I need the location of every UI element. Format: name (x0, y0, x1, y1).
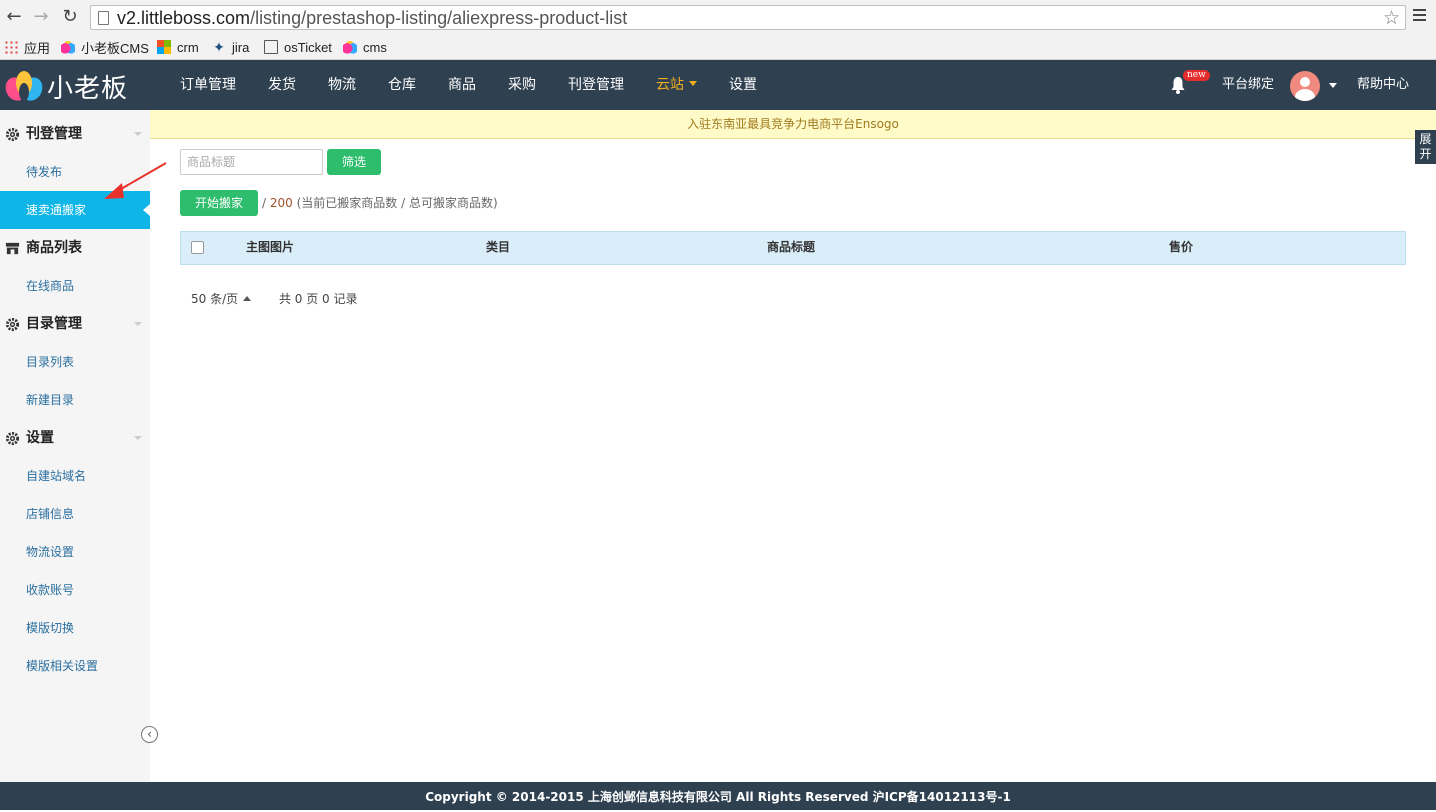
nav-logistics[interactable]: 物流 (312, 60, 372, 110)
expand-tab-char: 展 (1419, 132, 1432, 146)
back-arrow-icon[interactable]: ← (4, 7, 24, 27)
bookmarks-bar: 应用 小老板CMS crm ✦ jira osTicket cms (0, 35, 1436, 60)
page-size-select[interactable]: 50 条/页 (191, 292, 252, 306)
chevron-down-icon[interactable] (1329, 83, 1337, 88)
sidebar-group-settings[interactable]: 设置 (0, 419, 150, 457)
bookmark-crm[interactable]: crm (157, 38, 199, 56)
chevron-up-icon (243, 296, 252, 301)
reload-icon[interactable]: ↻ (60, 7, 80, 27)
sidebar-item-domain[interactable]: 自建站域名 (0, 457, 150, 495)
column-main-image: 主图图片 (246, 240, 295, 254)
logo[interactable]: 小老板 (1, 69, 129, 105)
browser-menu-icon[interactable] (1413, 9, 1426, 24)
nav-purchase[interactable]: 采购 (492, 60, 552, 110)
sidebar-group-label: 商品列表 (26, 240, 82, 256)
nav-listing[interactable]: 刊登管理 (552, 60, 640, 110)
column-product-title: 商品标题 (767, 240, 816, 254)
apps-icon (4, 40, 18, 54)
browser-toolbar: ← → ↻ v2.littleboss.com/listing/prestash… (0, 0, 1436, 35)
expand-tab[interactable]: 展 开 (1415, 130, 1436, 164)
sidebar-item-online-products[interactable]: 在线商品 (0, 267, 150, 305)
sidebar-item-payment-account[interactable]: 收款账号 (0, 571, 150, 609)
top-nav: 订单管理 发货 物流 仓库 商品 采购 刊登管理 云站 设置 (164, 60, 773, 110)
sidebar-group-catalog[interactable]: 目录管理 (0, 305, 150, 343)
move-count: / 200 (当前已搬家商品数 / 总可搬家商品数) (262, 194, 498, 211)
sidebar-group-label: 目录管理 (26, 316, 82, 332)
sidebar-group-label: 刊登管理 (26, 126, 82, 142)
help-center-link[interactable]: 帮助中心 (1357, 60, 1409, 110)
bookmark-apps[interactable]: 应用 (4, 38, 50, 56)
nav-cloud-site-label: 云站 (656, 77, 684, 93)
lotus-icon (61, 40, 75, 54)
bookmark-osticket[interactable]: osTicket (264, 38, 332, 56)
bookmark-star-icon[interactable]: ☆ (1383, 7, 1400, 29)
sidebar-group-label: 设置 (26, 430, 54, 446)
page-size-label: 50 条/页 (191, 292, 239, 306)
bookmark-jira[interactable]: ✦ jira (212, 38, 249, 56)
new-badge: new (1183, 70, 1210, 81)
page-summary: 共 0 页 0 记录 (278, 292, 358, 306)
avatar[interactable] (1290, 71, 1320, 101)
chevron-down-icon (134, 132, 142, 136)
count-slash: / (262, 196, 267, 210)
app-header: 小老板 订单管理 发货 物流 仓库 商品 采购 刊登管理 云站 设置 new 平… (0, 60, 1436, 110)
start-move-button[interactable]: 开始搬家 (180, 190, 258, 216)
page-document-icon (98, 11, 109, 25)
gear-icon (5, 431, 20, 446)
sidebar-item-store-info[interactable]: 店铺信息 (0, 495, 150, 533)
platform-bind-link[interactable]: 平台绑定 (1222, 60, 1274, 110)
product-title-search-input[interactable] (180, 149, 323, 175)
chevron-down-icon (689, 81, 697, 86)
jira-icon: ✦ (213, 39, 225, 55)
nav-orders[interactable]: 订单管理 (164, 60, 252, 110)
document-icon (264, 40, 278, 54)
logo-lotus-icon (1, 69, 47, 105)
column-price: 售价 (1169, 240, 1194, 254)
chevron-down-icon (134, 436, 142, 440)
column-category: 类目 (486, 240, 511, 254)
windows-icon (157, 40, 171, 54)
pagination: 50 条/页 共 0 页 0 记录 (191, 290, 358, 307)
gear-icon (5, 317, 20, 332)
filter-button[interactable]: 筛选 (327, 149, 381, 175)
nav-cloud-site[interactable]: 云站 (640, 60, 713, 110)
count-description: (当前已搬家商品数 / 总可搬家商品数) (296, 196, 498, 210)
sidebar-item-new-catalog[interactable]: 新建目录 (0, 381, 150, 419)
bookmark-cms2[interactable]: cms (343, 38, 387, 56)
chevron-down-icon (134, 322, 142, 326)
url-text: v2.littleboss.com/listing/prestashop-lis… (117, 8, 628, 28)
collapse-sidebar-icon[interactable]: ‹ (141, 726, 158, 743)
nav-settings[interactable]: 设置 (713, 60, 773, 110)
select-all-checkbox[interactable] (191, 241, 204, 254)
sidebar-item-template-settings[interactable]: 模版相关设置 (0, 647, 150, 685)
nav-products[interactable]: 商品 (432, 60, 492, 110)
sidebar-item-catalog-list[interactable]: 目录列表 (0, 343, 150, 381)
store-icon (5, 242, 20, 255)
footer-copyright: Copyright © 2014-2015 上海创邺信息科技有限公司 All R… (0, 782, 1436, 810)
sidebar-group-product-list[interactable]: 商品列表 (0, 229, 150, 267)
nav-shipping[interactable]: 发货 (252, 60, 312, 110)
sidebar-group-listing[interactable]: 刊登管理 (0, 115, 150, 153)
logo-text: 小老板 (47, 73, 129, 104)
product-table-header: 主图图片 类目 商品标题 售价 (180, 231, 1406, 265)
bell-icon[interactable] (1171, 76, 1185, 94)
bookmark-cms[interactable]: 小老板CMS (61, 38, 149, 56)
count-total: 200 (269, 196, 293, 210)
lotus-icon (343, 40, 357, 54)
sidebar: 刊登管理 待发布 速卖通搬家 商品列表 在线商品 目录管理 目录列表 新建目录 … (0, 110, 158, 782)
expand-tab-char: 开 (1419, 147, 1432, 161)
annotation-arrow-icon (104, 162, 167, 199)
gear-icon (5, 127, 20, 142)
sidebar-item-template-switch[interactable]: 模版切换 (0, 609, 150, 647)
address-bar[interactable]: v2.littleboss.com/listing/prestashop-lis… (90, 5, 1406, 30)
sidebar-item-logistics-settings[interactable]: 物流设置 (0, 533, 150, 571)
promo-notice[interactable]: 入驻东南亚最具竞争力电商平台Ensogo (150, 110, 1436, 139)
forward-arrow-icon[interactable]: → (31, 7, 51, 27)
nav-warehouse[interactable]: 仓库 (372, 60, 432, 110)
